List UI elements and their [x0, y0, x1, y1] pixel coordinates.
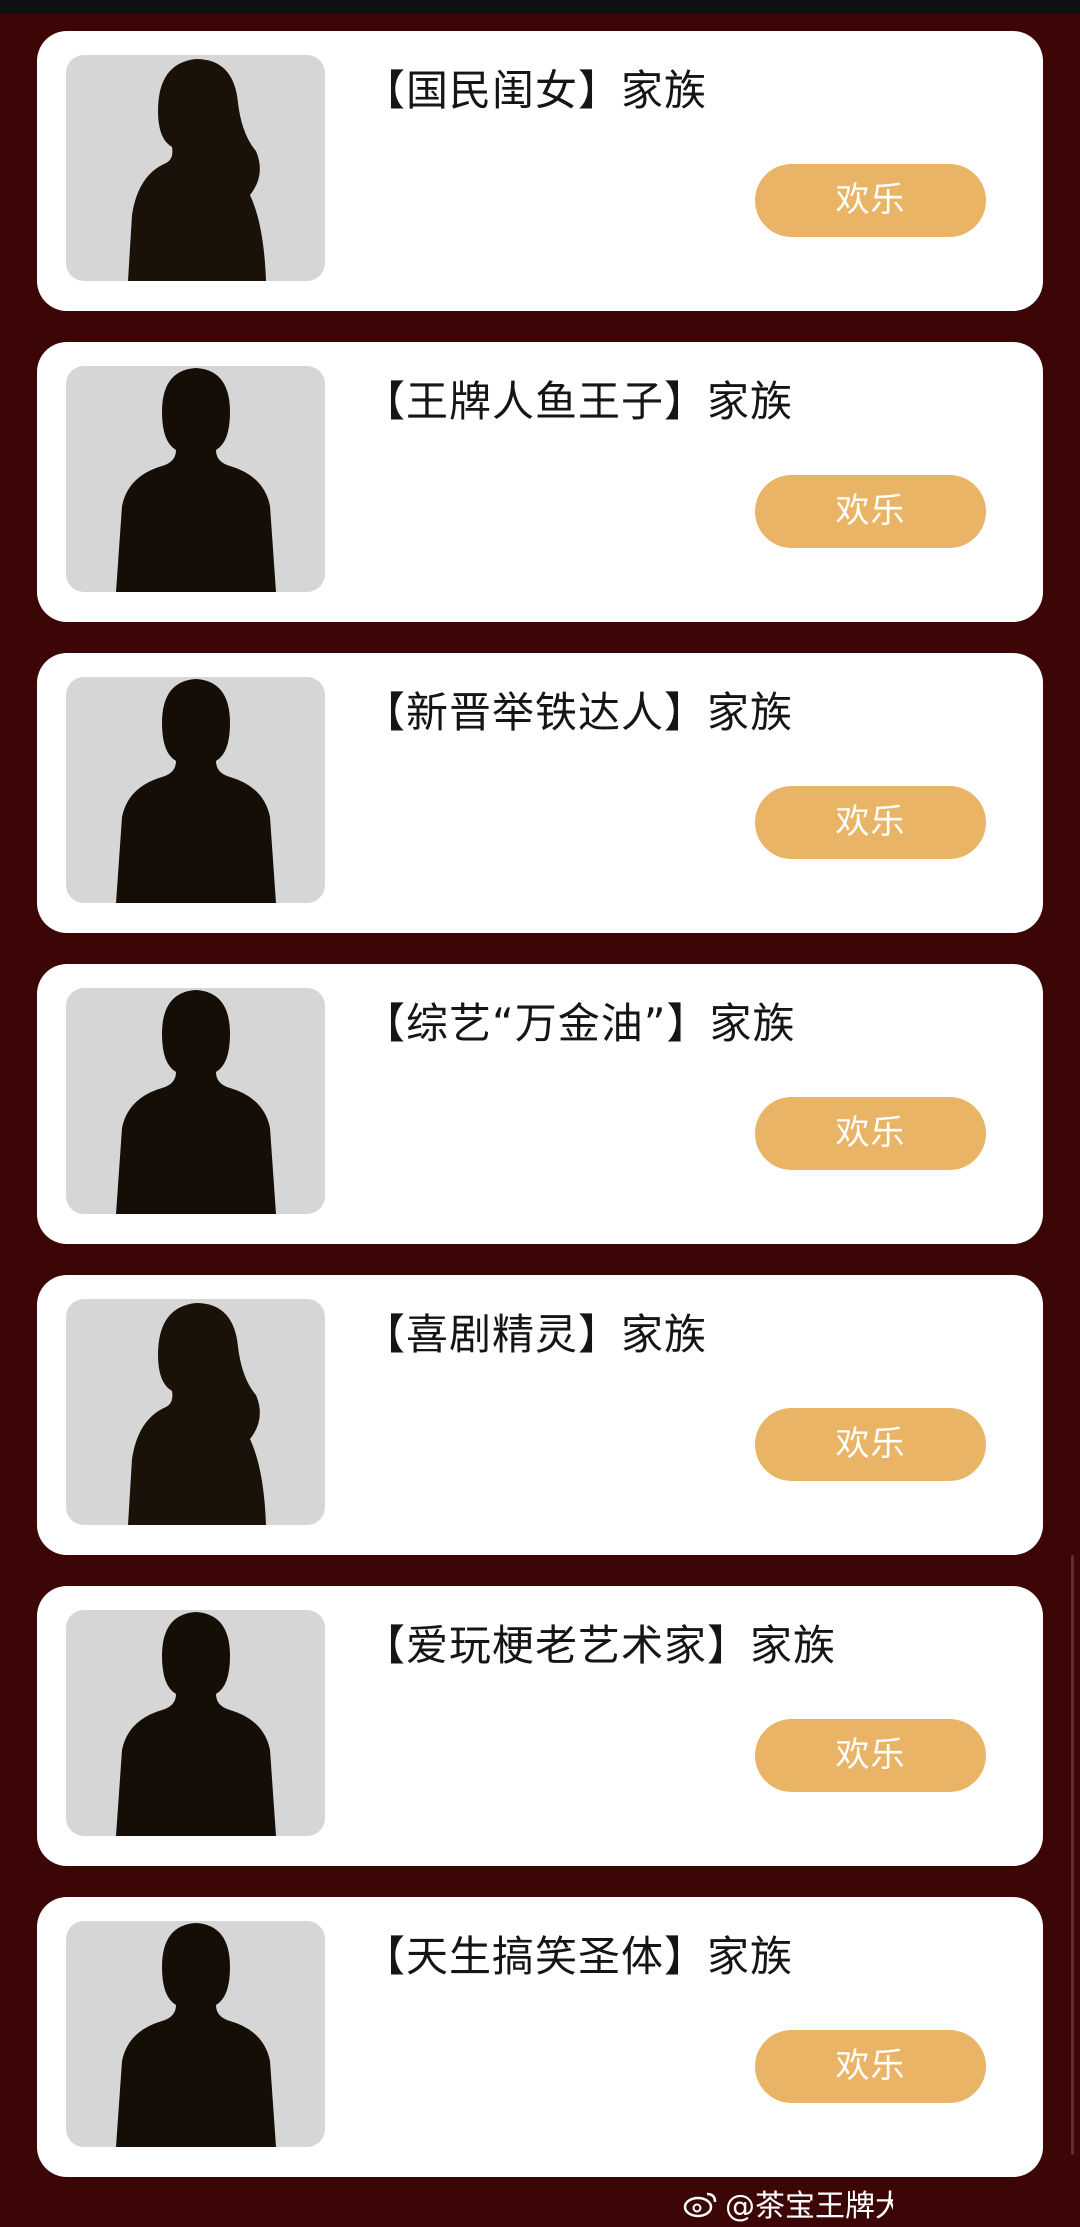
family-card: 【综艺“万金油”】家族 欢乐 — [37, 964, 1043, 1244]
family-card: 【天生搞笑圣体】家族 欢乐 — [37, 1897, 1043, 2177]
male-silhouette-icon — [116, 679, 276, 903]
join-button[interactable]: 欢乐 — [755, 1097, 986, 1170]
female-silhouette-icon — [128, 59, 266, 281]
join-button[interactable]: 欢乐 — [755, 1408, 986, 1481]
weibo-logo-icon — [683, 2192, 717, 2218]
family-name: 【王牌人鱼王子】家族 — [363, 377, 794, 426]
avatar — [66, 1921, 325, 2147]
male-silhouette-icon — [116, 990, 276, 1214]
male-silhouette-icon — [116, 1612, 276, 1836]
male-silhouette-icon — [116, 1923, 276, 2147]
status-bar-strip — [0, 0, 1080, 14]
join-button[interactable]: 欢乐 — [755, 786, 986, 859]
family-card: 【喜剧精灵】家族 欢乐 — [37, 1275, 1043, 1555]
family-name: 【喜剧精灵】家族 — [363, 1310, 708, 1359]
female-silhouette-icon — [128, 1303, 266, 1525]
avatar — [66, 366, 325, 592]
watermark: @茶宝王牌大 — [683, 2183, 893, 2223]
avatar — [66, 1610, 325, 1836]
join-button[interactable]: 欢乐 — [755, 475, 986, 548]
avatar — [66, 988, 325, 1214]
family-list: 【国民闺女】家族 欢乐 【王牌人鱼王子】家族 欢乐 【新晋举铁达人】家族 欢乐 … — [37, 31, 1043, 2208]
family-name: 【国民闺女】家族 — [363, 66, 708, 115]
family-name: 【爱玩梗老艺术家】家族 — [363, 1621, 837, 1670]
male-silhouette-icon — [116, 368, 276, 592]
family-card: 【国民闺女】家族 欢乐 — [37, 31, 1043, 311]
family-name: 【天生搞笑圣体】家族 — [363, 1932, 794, 1981]
avatar — [66, 55, 325, 281]
scrollbar[interactable] — [1071, 1555, 1074, 2155]
family-card: 【王牌人鱼王子】家族 欢乐 — [37, 342, 1043, 622]
join-button[interactable]: 欢乐 — [755, 1719, 986, 1792]
avatar — [66, 677, 325, 903]
family-name: 【综艺“万金油”】家族 — [363, 999, 796, 1048]
watermark-text: @茶宝王牌大 — [725, 2189, 893, 2223]
avatar — [66, 1299, 325, 1525]
family-name: 【新晋举铁达人】家族 — [363, 688, 794, 737]
family-card: 【新晋举铁达人】家族 欢乐 — [37, 653, 1043, 933]
join-button[interactable]: 欢乐 — [755, 164, 986, 237]
family-card: 【爱玩梗老艺术家】家族 欢乐 — [37, 1586, 1043, 1866]
join-button[interactable]: 欢乐 — [755, 2030, 986, 2103]
